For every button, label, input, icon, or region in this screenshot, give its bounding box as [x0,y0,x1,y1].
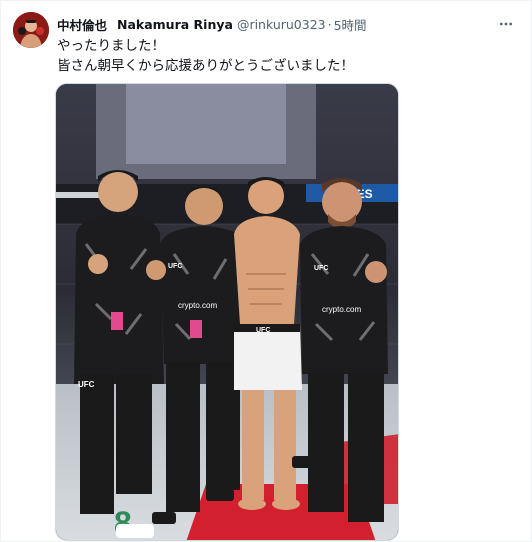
more-options-button[interactable] [495,13,517,35]
author-display-name[interactable]: 中村倫也 [57,15,107,34]
shirt-logo-4: UFC [314,265,328,272]
more-horizontal-icon [500,22,512,26]
shirt-sponsor-2: crypto.com [178,301,217,310]
author-avatar[interactable] [13,12,49,48]
tweet-photo[interactable]: BASES 8 UFC [55,83,399,541]
person-coach-left: UFC [74,170,164,538]
tweet-header: 中村倫也 Nakamura Rinya @rinkuru0323 · 5時間 [57,14,511,34]
shirt-logo-1: UFC [78,380,95,389]
avatar-image [13,12,49,48]
photo-fighters-in-octagon: BASES 8 UFC [56,84,398,540]
tweet-text: やったりました！ 皆さん朝早くから応援ありがとうございました！ [57,36,497,76]
header-separator: · [327,16,332,32]
shorts-logo: UFC [256,327,270,334]
tweet-text-line: やったりました！ [57,38,165,54]
author-display-name-en[interactable]: Nakamura Rinya [117,17,233,32]
tweet-timestamp[interactable]: 5時間 [334,15,367,34]
tweet-text-line: 皆さん朝早くから応援ありがとうございました！ [57,58,354,74]
author-handle[interactable]: @rinkuru0323 [237,17,326,32]
shirt-sponsor-4: crypto.com [322,305,361,314]
shirt-logo-2: UFC [168,263,182,270]
tweet-card[interactable]: 中村倫也 Nakamura Rinya @rinkuru0323 · 5時間 や… [0,0,532,542]
